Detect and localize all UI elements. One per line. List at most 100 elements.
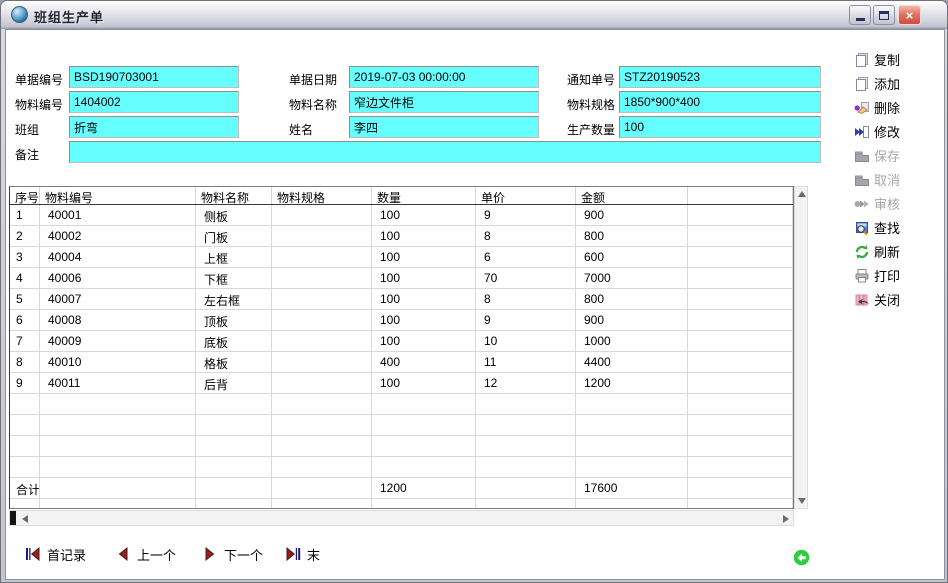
table-row[interactable]: 540007左右框1008800 xyxy=(10,289,793,310)
grid-cell: 100 xyxy=(372,373,476,393)
green-arrow-badge[interactable] xyxy=(793,549,810,566)
grid-cell: 10 xyxy=(476,331,576,351)
grid-cell xyxy=(272,457,372,477)
grid-cell: 100 xyxy=(372,247,476,267)
cancel-icon xyxy=(854,172,870,188)
grid-cell xyxy=(196,499,272,508)
delete-button[interactable]: 删除 xyxy=(854,97,944,118)
copy-button[interactable]: 复制 xyxy=(854,49,944,70)
column-header[interactable]: 序号 xyxy=(10,187,40,204)
last-record-button[interactable]: 末记录 xyxy=(285,544,320,564)
grid-cell xyxy=(688,478,793,498)
material-name-field[interactable] xyxy=(349,91,539,113)
remark-field[interactable] xyxy=(69,141,821,163)
grid-cell xyxy=(576,457,688,477)
grid-cell xyxy=(272,415,372,435)
column-header[interactable]: 物料名称 xyxy=(196,187,272,204)
grid-cell: 1 xyxy=(10,205,40,225)
grid-cell: 合计 xyxy=(10,478,40,498)
column-header[interactable]: 金额 xyxy=(576,187,688,204)
horizontal-scroll-thumb[interactable] xyxy=(10,511,16,525)
table-row[interactable]: 440006下框100707000 xyxy=(10,268,793,289)
notice-no-field[interactable] xyxy=(619,66,821,88)
scroll-right-icon[interactable] xyxy=(783,515,789,523)
doc-date-field[interactable] xyxy=(349,66,539,88)
table-row[interactable]: 740009底板100101000 xyxy=(10,331,793,352)
first-record-label: 首记录 xyxy=(47,545,86,564)
grid-cell: 8 xyxy=(476,289,576,309)
maximize-button[interactable] xyxy=(873,5,895,25)
first-record-button[interactable]: 首记录 xyxy=(25,544,86,564)
copy-button-label: 复制 xyxy=(874,50,900,69)
grid-cell xyxy=(272,478,372,498)
horizontal-scrollbar[interactable] xyxy=(9,510,794,526)
grid-cell: 12 xyxy=(476,373,576,393)
total-row: 合计120017600 xyxy=(10,478,793,499)
refresh-button[interactable]: 刷新 xyxy=(854,241,944,262)
grid-cell xyxy=(40,499,196,508)
last-record-icon xyxy=(285,546,301,562)
grid-cell xyxy=(272,289,372,309)
grid-cell xyxy=(272,499,372,508)
column-header[interactable]: 物料规格 xyxy=(272,187,372,204)
print-button[interactable]: 打印 xyxy=(854,265,944,286)
grid-cell xyxy=(576,499,688,508)
grid-header[interactable]: 序号物料编号物料名称物料规格数量单价金额 xyxy=(10,187,793,205)
next-icon xyxy=(202,546,218,562)
titlebar: 班组生产单 × xyxy=(1,1,947,29)
previous-record-button[interactable]: 上一个 xyxy=(115,544,176,564)
column-header[interactable]: 数量 xyxy=(372,187,476,204)
table-row[interactable]: 940011后背100121200 xyxy=(10,373,793,394)
table-row[interactable]: 640008顶板1009900 xyxy=(10,310,793,331)
detail-grid: 序号物料编号物料名称物料规格数量单价金额 140001侧板10099002400… xyxy=(9,186,794,509)
team-field[interactable] xyxy=(69,116,239,138)
add-button-label: 添加 xyxy=(874,74,900,93)
vertical-scrollbar[interactable] xyxy=(794,186,808,509)
scroll-left-icon[interactable] xyxy=(22,515,28,523)
grid-cell xyxy=(688,394,793,414)
grid-cell: 100 xyxy=(372,289,476,309)
close-form-button[interactable]: 关闭 xyxy=(854,289,944,310)
person-name-field[interactable] xyxy=(349,116,539,138)
grid-cell: 40008 xyxy=(40,310,196,330)
minimize-button[interactable] xyxy=(849,5,871,25)
table-row[interactable]: 140001侧板1009900 xyxy=(10,205,793,226)
production-qty-field[interactable] xyxy=(619,116,821,138)
modify-button-label: 修改 xyxy=(874,122,900,141)
empty-row xyxy=(10,457,793,478)
find-button[interactable]: 查找 xyxy=(854,217,944,238)
column-header[interactable]: 物料编号 xyxy=(40,187,196,204)
column-header[interactable] xyxy=(688,187,793,204)
grid-cell: 40001 xyxy=(40,205,196,225)
table-row[interactable]: 240002门板1008800 xyxy=(10,226,793,247)
grid-body: 140001侧板1009900240002门板1008800340004上框10… xyxy=(10,205,793,508)
column-header[interactable]: 单价 xyxy=(476,187,576,204)
next-record-label: 下一个 xyxy=(224,545,263,564)
grid-cell xyxy=(272,331,372,351)
grid-cell: 40007 xyxy=(40,289,196,309)
material-spec-field[interactable] xyxy=(619,91,821,113)
doc-no-field[interactable] xyxy=(69,66,239,88)
grid-cell: 9 xyxy=(476,205,576,225)
grid-cell xyxy=(196,478,272,498)
add-button[interactable]: 添加 xyxy=(854,73,944,94)
grid-cell: 40010 xyxy=(40,352,196,372)
grid-cell xyxy=(272,205,372,225)
table-row[interactable]: 340004上框1006600 xyxy=(10,247,793,268)
grid-cell xyxy=(372,499,476,508)
grid-cell: 门板 xyxy=(196,226,272,246)
next-record-button[interactable]: 下一个 xyxy=(202,544,263,564)
grid-cell xyxy=(476,478,576,498)
grid-cell: 上框 xyxy=(196,247,272,267)
material-no-field[interactable] xyxy=(69,91,239,113)
team-label: 班组 xyxy=(15,121,39,138)
scroll-up-icon[interactable] xyxy=(798,191,806,197)
grid-cell: 7000 xyxy=(576,268,688,288)
grid-cell: 3 xyxy=(10,247,40,267)
scroll-down-icon[interactable] xyxy=(798,498,806,504)
last-record-label: 末记录 xyxy=(307,545,320,564)
close-window-button[interactable]: × xyxy=(898,5,921,25)
grid-cell xyxy=(688,436,793,456)
table-row[interactable]: 840010格板400114400 xyxy=(10,352,793,373)
modify-button[interactable]: 修改 xyxy=(854,121,944,142)
